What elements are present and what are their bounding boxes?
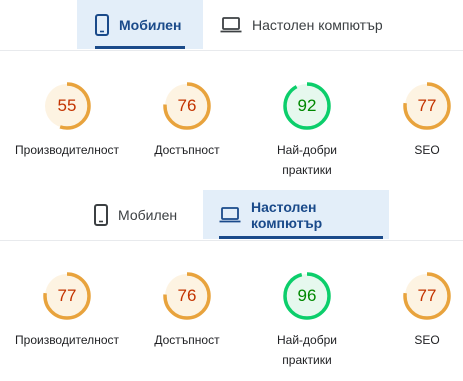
score-ring: 92: [282, 81, 332, 131]
score-ring: 76: [162, 81, 212, 131]
tab-desktop-label: Настолен компютър: [251, 198, 323, 231]
gauge-label: Най-добри практики: [277, 333, 337, 367]
score-value: 77: [57, 286, 77, 305]
score-value: 92: [297, 96, 317, 115]
desktop-report-panel: Мобилен Настолен компютър 77 Производите…: [0, 190, 463, 380]
device-tabbar: Мобилен Настолен компютър: [0, 0, 463, 51]
gauge-label: Достъпност: [154, 143, 220, 157]
score-ring: 96: [282, 271, 332, 321]
tab-desktop[interactable]: Настолен компютър: [203, 190, 389, 239]
gauge-label: Производителност: [15, 333, 119, 347]
tab-mobile[interactable]: Мобилен: [77, 0, 203, 49]
tab-mobile-label: Мобилен: [119, 16, 182, 33]
gauge-seo[interactable]: 77 SEO: [352, 271, 463, 350]
tab-desktop[interactable]: Настолен компютър: [220, 0, 420, 49]
score-value: 55: [57, 96, 77, 115]
mobile-report-panel: Мобилен Настолен компютър 55 Производите…: [0, 0, 463, 190]
score-ring: 76: [162, 271, 212, 321]
gauge-label: SEO: [414, 143, 440, 157]
score-ring: 77: [402, 271, 452, 321]
score-ring: 77: [402, 81, 452, 131]
score-ring: 77: [42, 271, 92, 321]
laptop-icon: [219, 206, 241, 223]
device-tabbar: Мобилен Настолен компютър: [0, 190, 463, 241]
score-row: 55 Производителност 76 Достъпност 92 Най…: [0, 51, 463, 191]
gauge-label: Най-добри практики: [277, 143, 337, 177]
gauge-label: Производителност: [15, 143, 119, 157]
score-value: 76: [177, 286, 197, 305]
gauge-label: Достъпност: [154, 333, 220, 347]
gauge-label: SEO: [414, 333, 440, 347]
score-value: 77: [417, 286, 437, 305]
score-row: 77 Производителност 76 Достъпност 96 Най…: [0, 241, 463, 381]
smartphone-icon: [95, 13, 109, 36]
score-value: 76: [177, 96, 197, 115]
tab-mobile-label: Мобилен: [118, 206, 178, 223]
score-ring: 55: [42, 81, 92, 131]
active-tab-indicator: [219, 236, 383, 239]
score-value: 96: [297, 286, 317, 305]
smartphone-icon: [94, 203, 108, 226]
active-tab-indicator: [95, 46, 185, 49]
tab-desktop-label: Настолен компютър: [252, 16, 383, 33]
tab-mobile[interactable]: Мобилен: [94, 190, 204, 239]
gauge-seo[interactable]: 77 SEO: [352, 81, 463, 160]
laptop-icon: [220, 16, 242, 33]
score-value: 77: [417, 96, 437, 115]
